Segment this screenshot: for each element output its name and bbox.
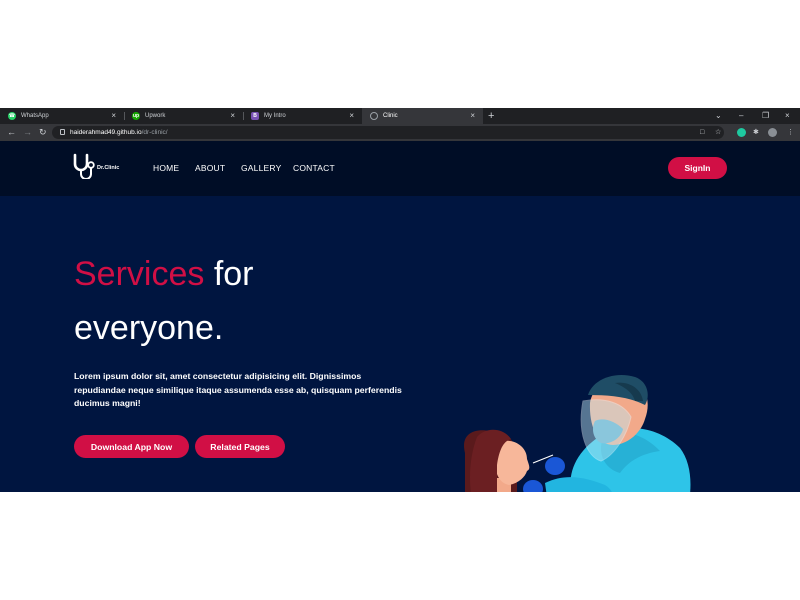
hero-title-line-2: everyone. — [74, 309, 224, 347]
logo-text[interactable]: Dr.Clinic — [97, 165, 119, 171]
menu-icon[interactable]: ⋮ — [787, 128, 794, 137]
new-tab-button[interactable]: + — [488, 109, 494, 123]
covid-test-illustration — [464, 375, 691, 492]
download-app-button[interactable]: Download App Now — [74, 435, 189, 458]
whatsapp-icon: ☎ — [8, 112, 16, 120]
close-tab-icon[interactable]: × — [111, 111, 116, 121]
profile-avatar[interactable] — [768, 128, 777, 137]
tab-label: Clinic — [383, 113, 398, 119]
bootstrap-icon: B — [251, 112, 259, 120]
nav-contact[interactable]: CONTACT — [293, 163, 335, 173]
signin-button[interactable]: SignIn — [668, 157, 727, 179]
forward-button[interactable]: → — [23, 126, 32, 139]
close-tab-icon[interactable]: × — [470, 111, 475, 121]
tab-strip: ☎ WhatsApp × up Upwork × B My Intro × Cl… — [0, 108, 800, 124]
puzzle-icon[interactable]: ✱ — [753, 128, 759, 137]
hero-title-rest: for — [213, 255, 254, 293]
tab-whatsapp[interactable]: ☎ WhatsApp × — [0, 108, 124, 124]
tab-search-icon[interactable]: ⌄ — [715, 109, 722, 123]
browser-toolbar: ← → ↻ haiderahmad49.github.io/dr-clinic/… — [0, 124, 800, 141]
reload-button[interactable]: ↻ — [39, 126, 47, 139]
lock-icon — [60, 129, 65, 135]
related-pages-button[interactable]: Related Pages — [195, 435, 285, 458]
extension-icon[interactable] — [737, 128, 746, 137]
close-window-button[interactable]: × — [785, 109, 790, 123]
url-text: haiderahmad49.github.io/dr-clinic/ — [70, 129, 168, 136]
maximize-button[interactable]: ❐ — [762, 109, 769, 123]
hero-title-line-1: Services for — [74, 254, 254, 294]
tab-clinic[interactable]: Clinic × — [362, 108, 483, 124]
nav-gallery[interactable]: GALLERY — [241, 163, 281, 173]
back-button[interactable]: ← — [7, 126, 16, 139]
globe-icon — [370, 112, 378, 120]
doctor-glove — [545, 457, 565, 475]
tab-label: Upwork — [145, 113, 166, 119]
tab-label: My Intro — [264, 113, 286, 119]
bookmark-star-icon[interactable]: ☆ — [715, 128, 721, 137]
browser-window: ☎ WhatsApp × up Upwork × B My Intro × Cl… — [0, 108, 800, 492]
close-tab-icon[interactable]: × — [230, 111, 235, 121]
site-header: Dr.Clinic HOME ABOUT GALLERY CONTACT Sig… — [0, 141, 800, 196]
nav-about[interactable]: ABOUT — [195, 163, 225, 173]
share-icon[interactable]: □ — [700, 128, 704, 137]
tab-my-intro[interactable]: B My Intro × — [243, 108, 362, 124]
tab-upwork[interactable]: up Upwork × — [124, 108, 243, 124]
hero-description: Lorem ipsum dolor sit, amet consectetur … — [74, 371, 402, 408]
nav-home[interactable]: HOME — [153, 163, 179, 173]
minimize-button[interactable]: – — [739, 109, 743, 123]
hero-title-accent: Services — [74, 255, 205, 293]
close-tab-icon[interactable]: × — [349, 111, 354, 121]
address-bar[interactable]: haiderahmad49.github.io/dr-clinic/ □ ☆ — [52, 126, 724, 139]
tab-label: WhatsApp — [21, 113, 49, 119]
upwork-icon: up — [132, 112, 140, 120]
